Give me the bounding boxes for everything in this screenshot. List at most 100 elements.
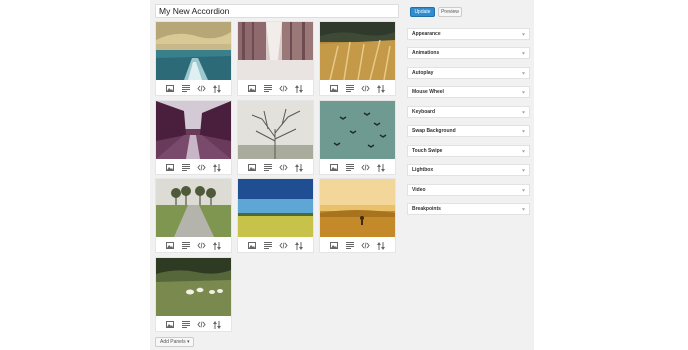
panel-image-flying-birds[interactable] — [320, 101, 395, 159]
html-icon[interactable] — [361, 241, 370, 250]
panel-card[interactable] — [155, 100, 232, 175]
settings-section-appearance[interactable]: Appearance — [407, 28, 530, 40]
panel-toolbar — [156, 161, 231, 174]
html-icon[interactable] — [279, 84, 288, 93]
settings-section-swap-background[interactable]: Swap Background — [407, 125, 530, 137]
text-icon[interactable] — [345, 84, 354, 93]
panel-image-snowy-forest-road[interactable] — [238, 22, 313, 80]
image-icon[interactable] — [247, 84, 256, 93]
html-icon[interactable] — [197, 320, 206, 329]
settings-section-touch-swipe[interactable]: Touch Swipe — [407, 145, 530, 157]
image-icon[interactable] — [247, 163, 256, 172]
settings-section-label: Keyboard — [412, 109, 436, 115]
panel-toolbar — [156, 82, 231, 95]
panel-image-sunset-field[interactable] — [320, 179, 395, 237]
text-icon[interactable] — [181, 241, 190, 250]
accordion-editor: My New Accordion Add Panels ▾ Update Pre… — [0, 0, 688, 350]
sort-icon[interactable] — [213, 320, 222, 329]
text-icon[interactable] — [263, 163, 272, 172]
accordion-title-input[interactable]: My New Accordion — [155, 4, 399, 18]
text-icon[interactable] — [181, 320, 190, 329]
panel-toolbar — [156, 239, 231, 252]
panel-image-sheep-meadow[interactable] — [156, 258, 231, 316]
panel-card[interactable] — [319, 100, 396, 175]
panel-image-golden-grass[interactable] — [320, 22, 395, 80]
html-icon[interactable] — [279, 241, 288, 250]
image-icon[interactable] — [165, 163, 174, 172]
sort-icon[interactable] — [213, 84, 222, 93]
image-icon[interactable] — [165, 241, 174, 250]
update-button[interactable]: Update — [410, 7, 435, 17]
settings-section-autoplay[interactable]: Autoplay — [407, 67, 530, 79]
chevron-down-icon — [522, 72, 525, 75]
sort-icon[interactable] — [295, 241, 304, 250]
panel-image-canal-trees[interactable] — [156, 101, 231, 159]
text-icon[interactable] — [181, 84, 190, 93]
panel-card[interactable] — [155, 21, 232, 96]
panel-card[interactable] — [237, 178, 314, 253]
settings-section-mouse-wheel[interactable]: Mouse Wheel — [407, 86, 530, 98]
html-icon[interactable] — [197, 84, 206, 93]
panel-card[interactable] — [155, 178, 232, 253]
sort-icon[interactable] — [377, 84, 386, 93]
panel-image-tree-lined-path[interactable] — [156, 179, 231, 237]
settings-section-label: Lightbox — [412, 167, 434, 173]
panel-toolbar — [156, 318, 231, 331]
panel-toolbar — [320, 239, 395, 252]
text-icon[interactable] — [345, 163, 354, 172]
sort-icon[interactable] — [295, 163, 304, 172]
chevron-down-icon — [522, 33, 525, 36]
html-icon[interactable] — [197, 241, 206, 250]
settings-section-label: Animations — [412, 50, 440, 56]
sort-icon[interactable] — [213, 163, 222, 172]
image-icon[interactable] — [165, 320, 174, 329]
image-icon[interactable] — [165, 84, 174, 93]
chevron-down-icon — [522, 189, 525, 192]
sort-icon[interactable] — [213, 241, 222, 250]
settings-section-animations[interactable]: Animations — [407, 47, 530, 59]
settings-section-label: Video — [412, 187, 426, 193]
panel-toolbar — [238, 161, 313, 174]
preview-button[interactable]: Preview — [438, 7, 462, 17]
image-icon[interactable] — [329, 163, 338, 172]
panel-card[interactable] — [237, 21, 314, 96]
settings-section-lightbox[interactable]: Lightbox — [407, 164, 530, 176]
image-icon[interactable] — [329, 241, 338, 250]
panel-image-bare-tree[interactable] — [238, 101, 313, 159]
add-panels-button[interactable]: Add Panels ▾ — [155, 337, 195, 347]
settings-section-label: Autoplay — [412, 70, 434, 76]
settings-section-breakpoints[interactable]: Breakpoints — [407, 203, 530, 215]
settings-section-label: Appearance — [412, 31, 441, 37]
sort-icon[interactable] — [377, 241, 386, 250]
sort-icon[interactable] — [295, 84, 304, 93]
settings-section-video[interactable]: Video — [407, 184, 530, 196]
panel-image-blue-sky-field[interactable] — [238, 179, 313, 237]
sort-icon[interactable] — [377, 163, 386, 172]
panel-card[interactable] — [319, 178, 396, 253]
html-icon[interactable] — [361, 163, 370, 172]
image-icon[interactable] — [247, 241, 256, 250]
html-icon[interactable] — [361, 84, 370, 93]
text-icon[interactable] — [263, 241, 272, 250]
chevron-down-icon — [522, 150, 525, 153]
chevron-down-icon — [522, 208, 525, 211]
html-icon[interactable] — [197, 163, 206, 172]
html-icon[interactable] — [279, 163, 288, 172]
chevron-down-icon — [522, 52, 525, 55]
text-icon[interactable] — [263, 84, 272, 93]
panel-card[interactable] — [319, 21, 396, 96]
settings-section-label: Touch Swipe — [412, 148, 443, 154]
panel-card[interactable] — [155, 257, 232, 332]
panel-toolbar — [320, 161, 395, 174]
image-icon[interactable] — [329, 84, 338, 93]
panel-image-ocean-wake[interactable] — [156, 22, 231, 80]
settings-section-keyboard[interactable]: Keyboard — [407, 106, 530, 118]
panel-toolbar — [238, 82, 313, 95]
panel-toolbar — [238, 239, 313, 252]
settings-section-label: Breakpoints — [412, 206, 441, 212]
settings-section-label: Swap Background — [412, 128, 456, 134]
text-icon[interactable] — [345, 241, 354, 250]
panel-card[interactable] — [237, 100, 314, 175]
text-icon[interactable] — [181, 163, 190, 172]
chevron-down-icon — [522, 169, 525, 172]
